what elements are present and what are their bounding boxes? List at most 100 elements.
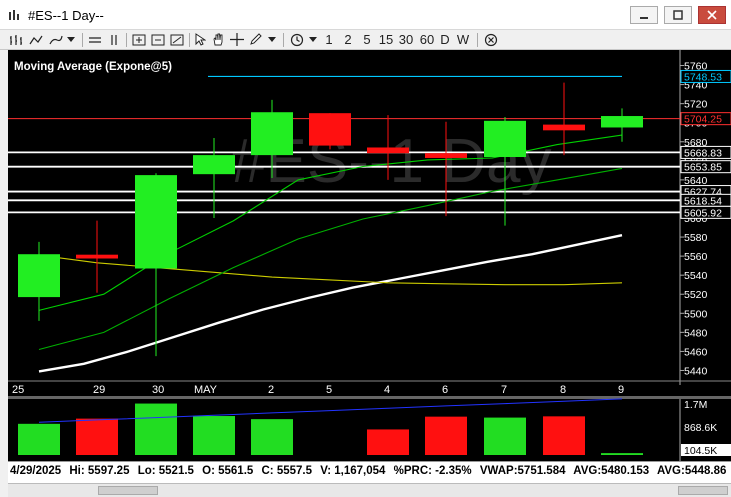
volume-bar-1 [76,418,118,455]
close-button[interactable] [698,6,726,24]
status-bar: 4/29/2025 Hi: 5597.25 Lo: 5521.5 O: 5561… [8,461,731,483]
candle-body-3 [193,155,235,175]
chart-area[interactable]: #ES--1 Day 57605740572057005680566056405… [8,50,731,497]
price-tick-label-16: 5440 [684,365,708,377]
indicator-label: Moving Average (Expone@5) [14,61,172,73]
time-tick-label-5: 5 [326,384,332,396]
zoom-in-tool[interactable] [131,31,147,48]
price-tick-label-14: 5480 [684,327,708,339]
price-tag-label-5: 5618.54 [684,195,722,207]
window-titlebar: #ES--1 Day-- [0,0,731,30]
pan-tool[interactable] [210,31,226,48]
brush-icon [49,35,63,44]
line-chart-icon [29,35,43,44]
price-tag-label-1: 5704.25 [684,114,722,126]
price-tag-label-0: 5748.53 [684,71,722,83]
volume-bar-7 [425,416,467,455]
volume-bar-0 [18,423,60,455]
period-30-button[interactable]: 30 [397,31,415,48]
price-tick-label-11: 5540 [684,270,708,282]
status-low: Lo: 5521.5 [137,465,194,477]
horizontal-line-tool[interactable] [87,31,103,48]
fit-chart-tool[interactable] [169,31,185,48]
pane-separator [8,396,731,399]
status-open: O: 5561.5 [202,465,254,477]
period-60-button[interactable]: 60 [418,31,436,48]
hline-icon [89,36,101,43]
pencil-icon [250,33,262,45]
timeframe-tool[interactable] [289,31,305,48]
period-5-button[interactable]: 5 [362,31,372,48]
period-1-button[interactable]: 1 [324,31,334,48]
cursor-arrow-icon [195,33,206,46]
period-15-button[interactable]: 15 [377,31,395,48]
candle-body-2 [135,175,177,269]
price-tick-label-15: 5460 [684,346,708,358]
candle-body-1 [76,254,118,259]
candle-body-5 [309,113,351,146]
status-date: 4/29/2025 [10,465,62,477]
timeframe-dropdown[interactable] [307,31,319,48]
scrollbar-thumb[interactable] [98,486,158,495]
fit-icon [170,34,184,45]
dropdown-arrow-icon [67,36,75,42]
price-chart[interactable]: #ES--1 Day 57605740572057005680566056405… [8,50,731,461]
price-tick-label-2: 5720 [684,99,708,111]
vertical-line-tool[interactable] [106,31,122,48]
minimize-button[interactable] [630,6,658,24]
close-icon [707,10,717,20]
time-tick-label-10: 9 [618,384,624,396]
candle-body-6 [367,147,409,154]
status-percent-change: %PRC: -2.35% [393,465,472,477]
status-vwap: VWAP:5751.584 [479,465,566,477]
price-tick-label-12: 5520 [684,289,708,301]
maximize-button[interactable] [664,6,692,24]
pointer-tool[interactable] [193,31,207,48]
window-title: #ES--1 Day-- [28,8,104,23]
candle-body-8 [484,120,526,158]
moving-average-line-0 [38,234,623,373]
zoom-box-icon [132,34,146,45]
line-chart-tool[interactable] [28,31,44,48]
scrollbar-thumb-right[interactable] [678,486,728,495]
candle-body-10 [601,116,643,128]
dropdown-arrow-icon [268,36,276,42]
pencil-tool[interactable] [248,31,264,48]
remove-studies-button[interactable] [483,31,499,48]
time-tick-label-6: 4 [384,384,390,396]
drawing-style-tool[interactable] [48,31,64,48]
time-tick-label-0: 25 [12,384,24,396]
candle-body-4 [251,112,293,156]
candle-body-0 [18,254,60,298]
restore-icon [673,10,683,20]
candle-body-9 [543,124,585,131]
price-tick-label-13: 5500 [684,308,708,320]
volume-bar-2 [135,403,177,455]
period-weekly-button[interactable]: W [456,31,470,48]
candle-body-7 [425,153,467,158]
period-2-button[interactable]: 2 [343,31,353,48]
time-tick-label-8: 7 [501,384,507,396]
crosshair-tool[interactable] [229,31,245,48]
status-high: Hi: 5597.25 [69,465,130,477]
period-daily-button[interactable]: D [439,31,451,48]
time-tick-label-3: MAY [194,384,218,396]
volume-bar-6 [367,429,409,455]
volume-bar-8 [484,417,526,455]
dropdown-arrow-icon [309,36,317,42]
minimize-icon [640,17,648,19]
drawing-tools-dropdown[interactable] [266,31,278,48]
horizontal-scrollbar[interactable] [8,483,731,497]
bar-chart-tool[interactable] [8,31,24,48]
time-tick-label-4: 2 [268,384,274,396]
status-volume: V: 1,167,054 [320,465,386,477]
volume-tick-label-0: 1.7M [684,399,707,411]
chart-style-dropdown[interactable] [65,31,77,48]
volume-bar-3 [193,416,235,455]
zoom-out-box-icon [151,34,165,45]
cancel-circle-icon [484,33,498,46]
time-tick-label-7: 6 [442,384,448,396]
zoom-out-tool[interactable] [150,31,166,48]
volume-average-line [38,398,623,423]
vline-icon [111,34,117,45]
